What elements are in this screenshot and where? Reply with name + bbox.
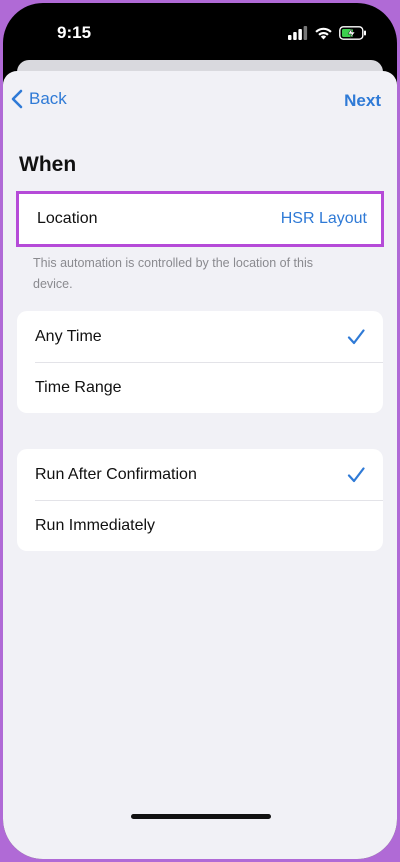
option-label: Any Time (35, 327, 102, 345)
cellular-signal-icon (288, 26, 308, 40)
chevron-left-icon (11, 89, 23, 109)
option-label: Time Range (35, 378, 122, 396)
location-row[interactable]: Location HSR Layout (19, 194, 381, 244)
back-button[interactable]: Back (11, 89, 67, 109)
location-value: HSR Layout (280, 210, 367, 227)
time-options-group: Any Time Time Range (17, 311, 383, 413)
back-button-label: Back (29, 89, 67, 108)
option-any-time[interactable]: Any Time (17, 311, 383, 362)
navigation-bar: Back Next (3, 71, 397, 135)
run-options-group: Run After Confirmation Run Immediately (17, 449, 383, 551)
option-run-after-confirmation[interactable]: Run After Confirmation (17, 449, 383, 500)
location-highlight: Location HSR Layout (16, 191, 384, 247)
next-button[interactable]: Next (344, 91, 381, 111)
checkmark-icon (347, 328, 365, 344)
status-bar: 9:15 (3, 3, 397, 63)
option-time-range[interactable]: Time Range (17, 362, 383, 413)
wifi-icon (315, 27, 332, 40)
checkmark-icon (347, 466, 365, 482)
status-icons (288, 25, 367, 41)
option-label: Run Immediately (35, 516, 156, 534)
option-label: Run After Confirmation (35, 465, 197, 483)
phone-frame: 9:15 Back Next When Location HSR Layout … (3, 3, 397, 859)
home-indicator (131, 814, 271, 819)
automation-sheet: Back Next When Location HSR Layout This … (3, 71, 397, 859)
location-label: Location (37, 210, 98, 227)
section-title: When (19, 153, 77, 176)
status-time: 9:15 (57, 23, 92, 42)
battery-charging-icon (339, 26, 366, 40)
location-footnote: This automation is controlled by the loc… (33, 256, 314, 291)
option-run-immediately[interactable]: Run Immediately (17, 500, 383, 551)
